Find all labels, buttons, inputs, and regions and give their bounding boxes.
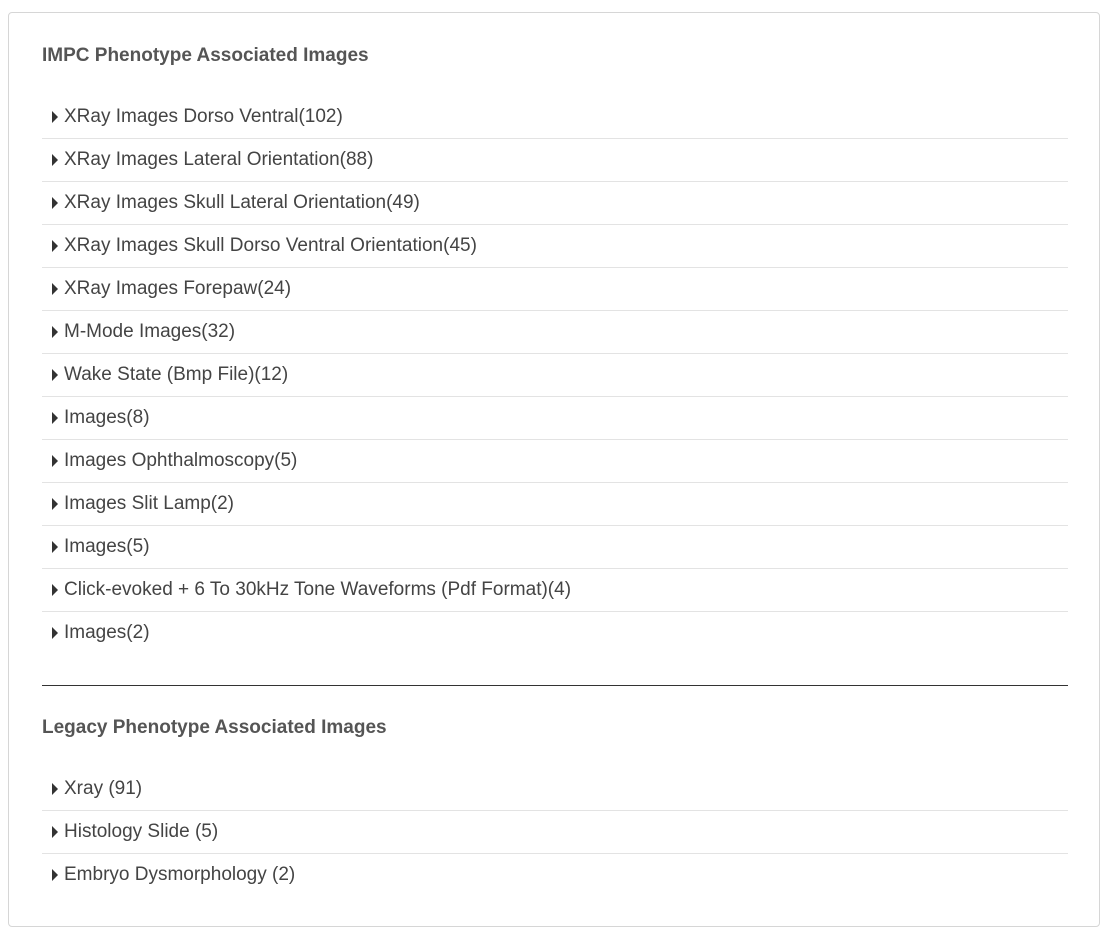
list-item-label: XRay Images Skull Lateral Orientation(49…: [64, 192, 420, 213]
list-item-label: Wake State (Bmp File)(12): [64, 364, 289, 385]
list-item-images-2[interactable]: Images(2): [42, 612, 1068, 655]
list-item-images-8[interactable]: Images(8): [42, 397, 1068, 440]
caret-right-icon: [52, 369, 58, 381]
list-item-histology-slide[interactable]: Histology Slide (5): [42, 811, 1068, 854]
impc-image-list: XRay Images Dorso Ventral(102) XRay Imag…: [42, 96, 1068, 655]
caret-right-icon: [52, 412, 58, 424]
caret-right-icon: [52, 541, 58, 553]
list-item-label: Histology Slide (5): [64, 821, 219, 842]
list-item-label: Click-evoked + 6 To 30kHz Tone Waveforms…: [64, 579, 572, 600]
list-item-label: Images(2): [64, 622, 150, 643]
caret-right-icon: [52, 826, 58, 838]
impc-section-title: IMPC Phenotype Associated Images: [42, 45, 369, 66]
list-item-images-5[interactable]: Images(5): [42, 526, 1068, 569]
list-item-xray-skull-dorso-ventral[interactable]: XRay Images Skull Dorso Ventral Orientat…: [42, 225, 1068, 268]
list-item-label: Images(8): [64, 407, 150, 428]
caret-right-icon: [52, 498, 58, 510]
list-item-xray-lateral[interactable]: XRay Images Lateral Orientation(88): [42, 139, 1068, 182]
list-item-label: Xray (91): [64, 778, 143, 799]
list-item-label: XRay Images Dorso Ventral(102): [64, 106, 343, 127]
section-divider: [42, 685, 1068, 686]
list-item-label: M-Mode Images(32): [64, 321, 236, 342]
list-item-xray-forepaw[interactable]: XRay Images Forepaw(24): [42, 268, 1068, 311]
list-item-label: Images(5): [64, 536, 150, 557]
caret-right-icon: [52, 240, 58, 252]
caret-right-icon: [52, 283, 58, 295]
list-item-xray[interactable]: Xray (91): [42, 768, 1068, 811]
list-item-embryo-dysmorphology[interactable]: Embryo Dysmorphology (2): [42, 854, 1068, 897]
list-item-slit-lamp[interactable]: Images Slit Lamp(2): [42, 483, 1068, 526]
list-item-m-mode[interactable]: M-Mode Images(32): [42, 311, 1068, 354]
list-item-label: Images Ophthalmoscopy(5): [64, 450, 298, 471]
caret-right-icon: [52, 154, 58, 166]
caret-right-icon: [52, 627, 58, 639]
list-item-ophthalmoscopy[interactable]: Images Ophthalmoscopy(5): [42, 440, 1068, 483]
list-item-wake-state[interactable]: Wake State (Bmp File)(12): [42, 354, 1068, 397]
legacy-image-list: Xray (91) Histology Slide (5) Embryo Dys…: [42, 768, 1068, 897]
list-item-label: XRay Images Lateral Orientation(88): [64, 149, 374, 170]
caret-right-icon: [52, 783, 58, 795]
caret-right-icon: [52, 197, 58, 209]
list-item-click-evoked-waveforms[interactable]: Click-evoked + 6 To 30kHz Tone Waveforms…: [42, 569, 1068, 612]
caret-right-icon: [52, 326, 58, 338]
legacy-section-title: Legacy Phenotype Associated Images: [42, 717, 387, 738]
list-item-xray-skull-lateral[interactable]: XRay Images Skull Lateral Orientation(49…: [42, 182, 1068, 225]
caret-right-icon: [52, 111, 58, 123]
list-item-label: Images Slit Lamp(2): [64, 493, 235, 514]
list-item-xray-dorso-ventral[interactable]: XRay Images Dorso Ventral(102): [42, 96, 1068, 139]
caret-right-icon: [52, 584, 58, 596]
caret-right-icon: [52, 869, 58, 881]
caret-right-icon: [52, 455, 58, 467]
list-item-label: Embryo Dysmorphology (2): [64, 864, 296, 885]
list-item-label: XRay Images Forepaw(24): [64, 278, 292, 299]
phenotype-images-panel: IMPC Phenotype Associated Images XRay Im…: [8, 12, 1100, 927]
list-item-label: XRay Images Skull Dorso Ventral Orientat…: [64, 235, 477, 256]
